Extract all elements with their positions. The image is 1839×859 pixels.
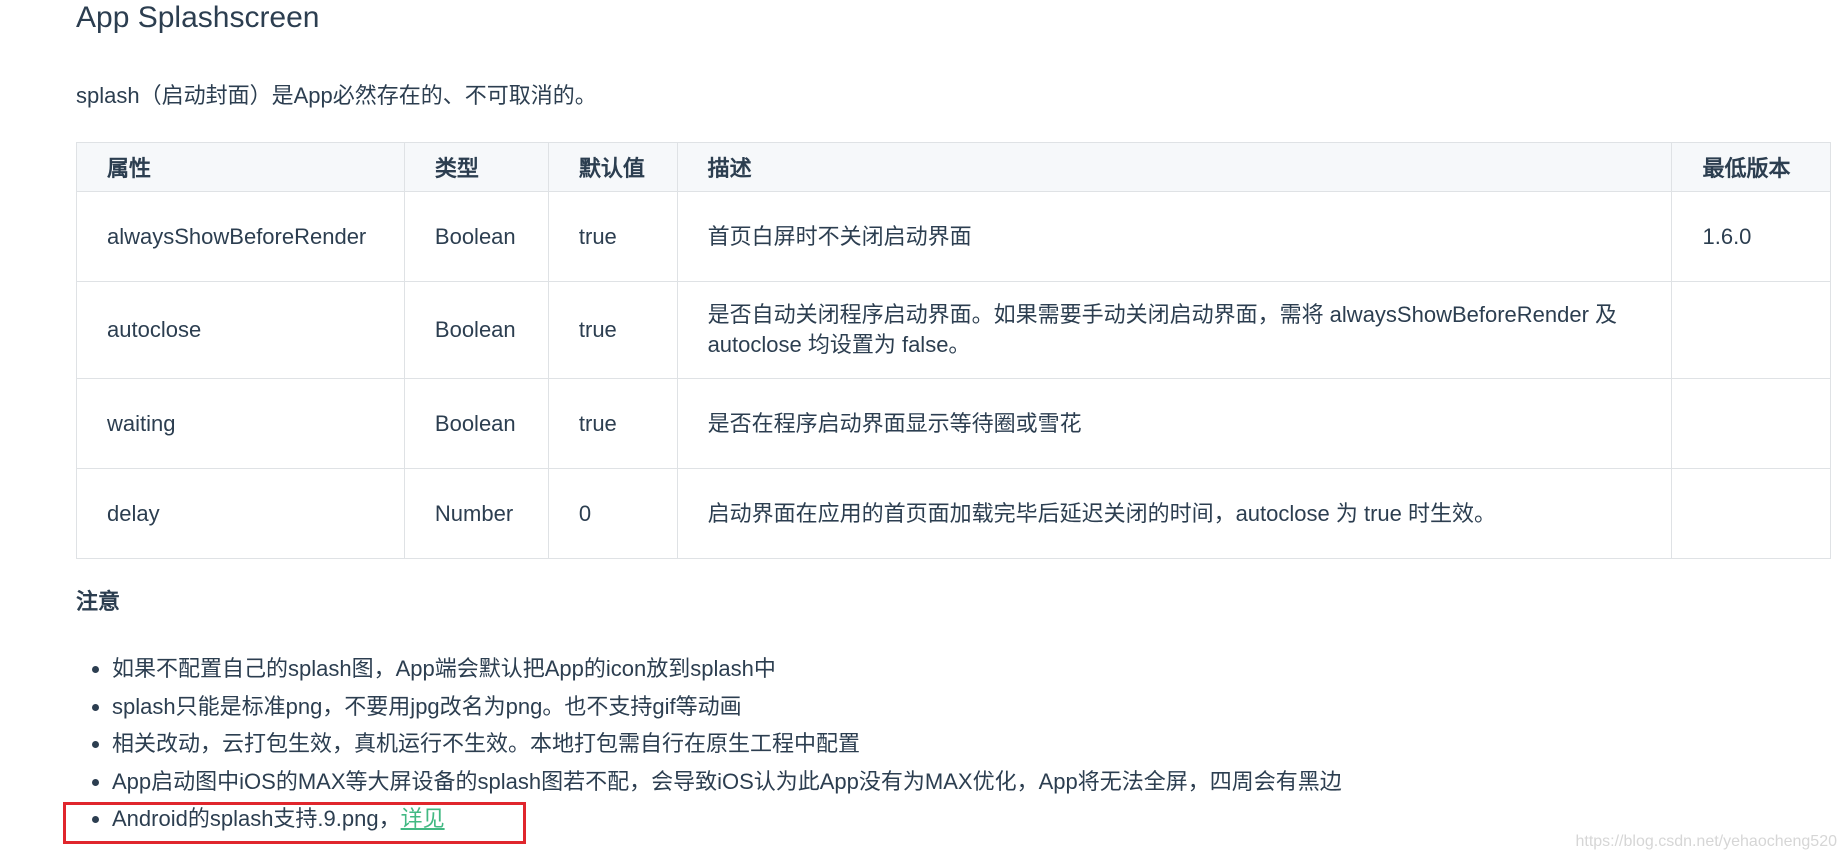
header-description: 描述 [676,142,1673,192]
cell-default: true [547,281,678,379]
list-item: 如果不配置自己的splash图，App端会默认把App的icon放到splash… [112,650,1342,688]
table-row: alwaysShowBeforeRender Boolean true 首页白屏… [76,191,1831,282]
cell-description: 首页白屏时不关闭启动界面 [676,191,1673,282]
table-header-row: 属性 类型 默认值 描述 最低版本 [76,142,1831,192]
cell-description: 启动界面在应用的首页面加载完毕后延迟关闭的时间，autoclose 为 true… [676,468,1673,559]
red-highlight-box [63,802,526,844]
cell-property: waiting [76,378,405,469]
list-item: 相关改动，云打包生效，真机运行不生效。本地打包需自行在原生工程中配置 [112,725,1342,763]
header-default: 默认值 [547,142,678,192]
header-type: 类型 [403,142,549,192]
cell-min-version: 1.6.0 [1671,191,1831,282]
cell-property: alwaysShowBeforeRender [76,191,405,282]
page-title: App Splashscreen [76,1,320,34]
header-property: 属性 [76,142,405,192]
cell-default: true [547,191,678,282]
cell-min-version [1671,281,1831,379]
notes-heading: 注意 [76,589,121,614]
header-min-version: 最低版本 [1671,142,1831,192]
cell-min-version [1671,378,1831,469]
table-row: autoclose Boolean true 是否自动关闭程序启动界面。如果需要… [76,281,1831,379]
properties-table: 属性 类型 默认值 描述 最低版本 alwaysShowBeforeRender… [76,142,1831,559]
cell-type: Number [403,468,549,559]
cell-description: 是否在程序启动界面显示等待圈或雪花 [676,378,1673,469]
cell-property: autoclose [76,281,405,379]
intro-text: splash（启动封面）是App必然存在的、不可取消的。 [76,83,597,108]
list-item: splash只能是标准png，不要用jpg改名为png。也不支持gif等动画 [112,688,1342,726]
cell-type: Boolean [403,378,549,469]
cell-default: true [547,378,678,469]
cell-type: Boolean [403,281,549,379]
cell-type: Boolean [403,191,549,282]
table-row: delay Number 0 启动界面在应用的首页面加载完毕后延迟关闭的时间，a… [76,468,1831,559]
list-item: App启动图中iOS的MAX等大屏设备的splash图若不配，会导致iOS认为此… [112,763,1342,801]
cell-property: delay [76,468,405,559]
cell-description: 是否自动关闭程序启动界面。如果需要手动关闭启动界面，需将 alwaysShowB… [676,281,1673,379]
cell-default: 0 [547,468,678,559]
doc-page: App Splashscreen splash（启动封面）是App必然存在的、不… [0,0,1839,859]
watermark: https://blog.csdn.net/yehaocheng520 [1575,833,1837,850]
table-row: waiting Boolean true 是否在程序启动界面显示等待圈或雪花 [76,378,1831,469]
cell-min-version [1671,468,1831,559]
